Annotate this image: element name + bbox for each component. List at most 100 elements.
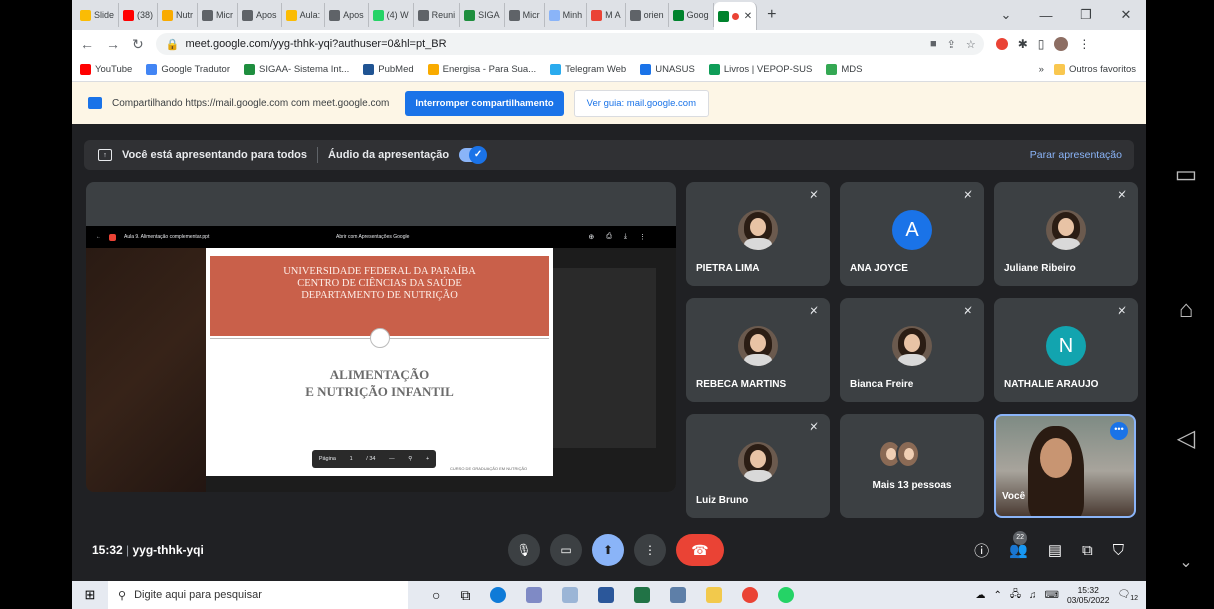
cortana-icon[interactable]: ○ xyxy=(432,587,440,603)
bookmark-star-icon[interactable]: ☆ xyxy=(966,38,976,51)
new-tab-button[interactable]: + xyxy=(767,6,776,24)
calculator-icon[interactable] xyxy=(670,587,687,603)
app-icon[interactable] xyxy=(526,587,543,603)
more-icon[interactable]: ⋮ xyxy=(639,233,646,241)
browser-tab[interactable]: Reuni xyxy=(414,3,461,27)
menu-icon[interactable]: ⋮ xyxy=(1078,37,1090,51)
minimize-button[interactable]: — xyxy=(1026,8,1066,23)
chat-icon[interactable]: ▤ xyxy=(1048,541,1062,559)
close-tab-icon[interactable]: ✕ xyxy=(744,11,752,22)
browser-tab[interactable]: M A xyxy=(587,3,626,27)
participant-tile[interactable]: ✕̸ N NATHALIE ARAUJO xyxy=(994,298,1138,402)
camera-indicator-icon[interactable]: ■ xyxy=(930,38,937,51)
back-icon[interactable]: ← xyxy=(80,36,94,52)
tab-active[interactable]: ✕ xyxy=(713,2,758,30)
bookmark-item[interactable]: YouTube xyxy=(80,64,132,75)
tray-expand-icon[interactable]: ⌃ xyxy=(993,590,1001,601)
zoom-icon[interactable]: ⚲ xyxy=(408,456,412,462)
bookmark-item[interactable]: SIGAA- Sistema Int... xyxy=(244,64,349,75)
bookmark-item[interactable]: Livros | VEPOP-SUS xyxy=(708,64,812,75)
microphone-button[interactable]: 🎙 xyxy=(508,534,540,566)
more-options-button[interactable]: ⋮ xyxy=(634,534,666,566)
extensions-icon[interactable]: ✱ xyxy=(1018,37,1028,51)
network-icon[interactable]: 🖧 xyxy=(1010,587,1021,604)
word-icon[interactable] xyxy=(598,587,615,603)
audio-toggle[interactable] xyxy=(459,146,488,164)
tab-search-icon[interactable]: ⌄ xyxy=(986,7,1026,23)
task-view-icon[interactable]: ⧉ xyxy=(460,587,470,604)
taskbar-search[interactable]: ⚲ Digite aqui para pesquisar xyxy=(108,581,408,609)
participant-tile[interactable]: ✕̸ PIETRA LIMA xyxy=(686,182,830,286)
close-window-button[interactable]: ✕ xyxy=(1106,7,1146,23)
activities-icon[interactable]: ⧉ xyxy=(1082,542,1093,559)
present-button[interactable]: ⬆ xyxy=(592,534,624,566)
clock[interactable]: 15:32 03/05/2022 xyxy=(1067,585,1110,605)
hide-nav-button[interactable]: ⌄ xyxy=(1168,552,1204,572)
browser-tab[interactable]: Minh xyxy=(545,3,588,27)
volume-icon[interactable]: ♫ xyxy=(1029,590,1037,601)
share-icon[interactable]: ⇪ xyxy=(947,38,956,51)
restore-button[interactable]: ❐ xyxy=(1066,7,1106,23)
browser-tab[interactable]: SIGA xyxy=(460,3,505,27)
bookmark-item[interactable]: UNASUS xyxy=(640,64,695,75)
weather-icon[interactable]: ☁ xyxy=(975,590,985,601)
view-tab-button[interactable]: Ver guia: mail.google.com xyxy=(573,89,709,117)
host-controls-icon[interactable]: ⛉ xyxy=(1113,542,1124,559)
zoom-in-icon[interactable]: + xyxy=(426,456,429,462)
edge-icon[interactable] xyxy=(490,587,507,603)
browser-tab[interactable]: orien xyxy=(626,3,669,27)
reload-icon[interactable]: ↻ xyxy=(132,36,144,53)
end-call-button[interactable]: ☎ xyxy=(676,534,724,566)
participant-tile[interactable]: ✕̸ Luiz Bruno xyxy=(686,414,830,518)
chrome-icon[interactable] xyxy=(742,587,759,603)
other-bookmarks[interactable]: Outros favoritos xyxy=(1053,64,1136,75)
profile-avatar[interactable] xyxy=(1054,37,1069,51)
adblock-icon[interactable] xyxy=(995,38,1008,50)
bookmark-item[interactable]: Google Tradutor xyxy=(146,64,230,75)
participant-tile[interactable]: ✕̸ Juliane Ribeiro xyxy=(994,182,1138,286)
browser-tab[interactable]: Apos xyxy=(325,3,369,27)
file-explorer-icon[interactable] xyxy=(706,587,723,603)
browser-tab[interactable]: (4) W xyxy=(369,3,414,27)
open-with-button[interactable]: Abrir com Apresentações Google xyxy=(336,234,409,240)
zoom-out-icon[interactable]: — xyxy=(389,456,395,462)
bookmark-item[interactable]: MDS xyxy=(826,64,862,75)
add-drive-icon[interactable]: ⊕ xyxy=(588,233,594,241)
more-people-tile[interactable]: Mais 13 pessoas xyxy=(840,414,984,518)
back-arrow-icon[interactable]: ← xyxy=(96,234,101,240)
bookmark-item[interactable]: Energisa - Para Sua... xyxy=(427,64,536,75)
stop-presenting-button[interactable]: Parar apresentação xyxy=(1030,149,1122,161)
back-button[interactable]: ◁ xyxy=(1168,424,1204,453)
more-bookmarks-icon[interactable]: » xyxy=(1039,64,1044,75)
tile-options-button[interactable]: ••• xyxy=(1110,422,1128,440)
windows-start-icon[interactable]: ⊞ xyxy=(72,587,108,603)
browser-tab[interactable]: Nutr xyxy=(158,3,199,27)
home-button[interactable]: ⌂ xyxy=(1168,296,1204,324)
sidebar-icon[interactable]: ▯ xyxy=(1038,37,1045,51)
print-icon[interactable]: ⎙ xyxy=(606,233,612,241)
page-current[interactable]: 1 xyxy=(350,456,353,462)
excel-icon[interactable] xyxy=(634,587,651,603)
url-text[interactable]: meet.google.com/yyg-thhk-yqi?authuser=0&… xyxy=(185,38,446,50)
participant-tile[interactable]: ✕̸ A ANA JOYCE xyxy=(840,182,984,286)
participant-tile[interactable]: ✕̸ REBECA MARTINS xyxy=(686,298,830,402)
stop-sharing-button[interactable]: Interromper compartilhamento xyxy=(405,90,564,116)
forward-icon[interactable]: → xyxy=(106,36,120,52)
browser-tab[interactable]: Slide xyxy=(76,3,120,27)
browser-tab[interactable]: (38) xyxy=(119,3,159,27)
people-button[interactable]: 22 👥 xyxy=(1009,531,1028,559)
notifications-icon[interactable]: 🗨12 xyxy=(1118,589,1139,602)
download-icon[interactable]: ⤓ xyxy=(624,233,627,241)
participant-tile[interactable]: ✕̸ Bianca Freire xyxy=(840,298,984,402)
browser-tab[interactable]: Aula: xyxy=(282,3,326,27)
keyboard-icon[interactable]: ⌨ xyxy=(1045,590,1059,601)
app-icon[interactable] xyxy=(562,587,579,603)
camera-button[interactable]: ▭ xyxy=(550,534,582,566)
browser-tab[interactable]: Micr xyxy=(505,3,545,27)
bookmark-item[interactable]: Telegram Web xyxy=(550,64,626,75)
recent-apps-button[interactable]: ▭ xyxy=(1168,160,1204,189)
info-icon[interactable]: ⓘ xyxy=(974,540,989,561)
whatsapp-icon[interactable] xyxy=(778,587,795,603)
browser-tab[interactable]: Apos xyxy=(238,3,282,27)
browser-tab[interactable]: Micr xyxy=(198,3,239,27)
